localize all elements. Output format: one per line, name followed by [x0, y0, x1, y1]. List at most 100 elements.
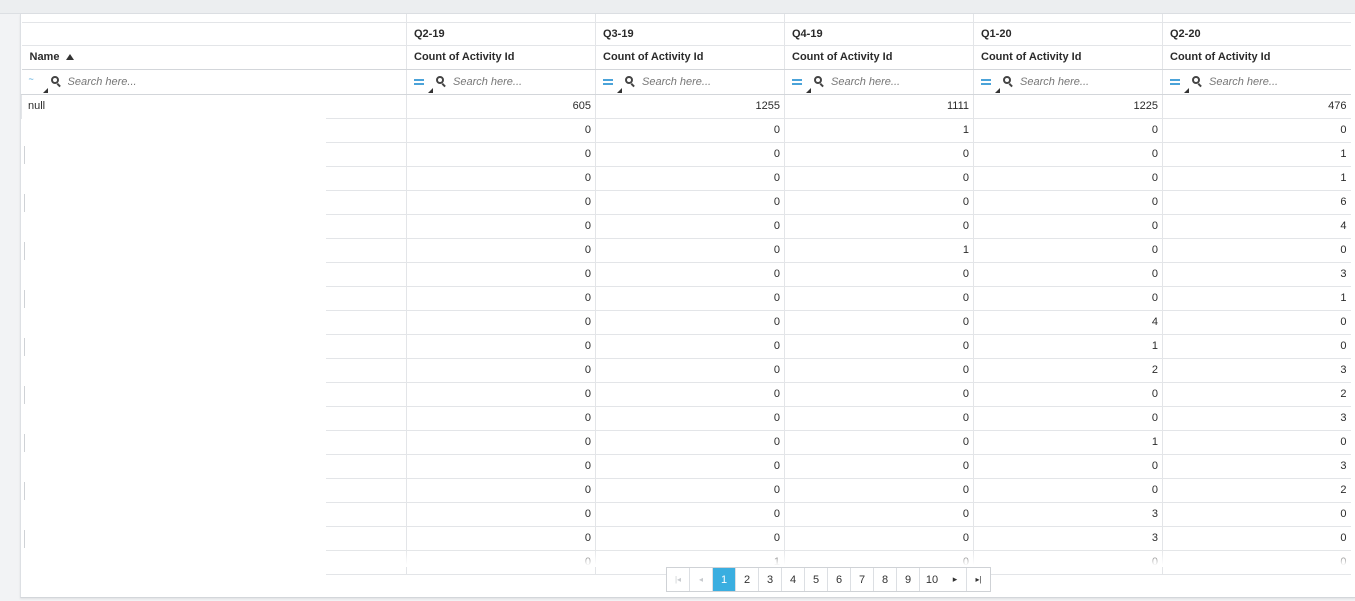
- filter-similar-icon[interactable]: ~: [29, 74, 48, 93]
- measure-header[interactable]: Count of Activity Id: [784, 45, 974, 70]
- value-cell: 0: [784, 382, 974, 407]
- value-cell: 0: [595, 502, 785, 527]
- value-cell: 0: [595, 358, 785, 383]
- value-cell: 0: [784, 334, 974, 359]
- value-cell: 0: [973, 550, 1163, 575]
- row-name-cell[interactable]: [21, 189, 407, 216]
- column-search-input[interactable]: [831, 75, 951, 88]
- row-name-cell[interactable]: [21, 525, 407, 552]
- value-cell: 0: [1162, 502, 1351, 527]
- value-cell: 0: [406, 142, 596, 167]
- last-page-button[interactable]: ▸|: [967, 568, 990, 591]
- row-name-cell[interactable]: [21, 213, 407, 240]
- prev-page-button[interactable]: ◂: [690, 568, 713, 591]
- sort-ascending-icon[interactable]: [66, 53, 75, 60]
- value-cell: 605: [406, 94, 596, 119]
- value-cell: 0: [595, 334, 785, 359]
- value-cell: 0: [973, 478, 1163, 503]
- table-row: 00100: [21, 117, 1351, 144]
- name-search-input[interactable]: [67, 75, 188, 88]
- page-button-8[interactable]: 8: [874, 568, 897, 591]
- column-header-quarter[interactable]: Q2-20: [1162, 22, 1351, 46]
- page-button-6[interactable]: 6: [828, 568, 851, 591]
- value-cell: 0: [1162, 430, 1351, 455]
- row-name-cell[interactable]: [21, 261, 407, 288]
- row-name-cell[interactable]: [21, 477, 407, 504]
- row-name-cell[interactable]: [21, 405, 407, 432]
- value-cell: 0: [595, 382, 785, 407]
- value-cell: 0: [784, 286, 974, 311]
- row-name-cell[interactable]: [21, 333, 407, 360]
- page-number-list: 1 2 3 4 5 6 7 8 9 10: [713, 568, 944, 591]
- first-page-icon: |◂: [674, 575, 682, 584]
- first-page-button[interactable]: |◂: [667, 568, 690, 591]
- filter-equals-icon[interactable]: [603, 75, 622, 93]
- row-name-cell[interactable]: [21, 453, 407, 480]
- column-header-quarter[interactable]: Q3-19: [595, 22, 785, 46]
- value-cell: 0: [973, 118, 1163, 143]
- column-search-input[interactable]: [1020, 75, 1140, 88]
- next-page-button[interactable]: ▸: [944, 568, 967, 591]
- value-cell: 0: [595, 238, 785, 263]
- filter-equals-icon[interactable]: [792, 75, 811, 93]
- page-button-4[interactable]: 4: [782, 568, 805, 591]
- value-cell: 1: [1162, 286, 1351, 311]
- page-button-7[interactable]: 7: [851, 568, 874, 591]
- value-cell: 0: [973, 262, 1163, 287]
- row-name-cell[interactable]: [21, 501, 407, 528]
- column-header-quarter[interactable]: Q2-19: [406, 22, 596, 46]
- value-cell: 0: [784, 406, 974, 431]
- filter-equals-icon[interactable]: [981, 75, 1000, 93]
- row-name-cell[interactable]: [21, 165, 407, 192]
- measure-header[interactable]: Count of Activity Id: [406, 45, 596, 70]
- row-name-cell[interactable]: null: [21, 94, 407, 119]
- value-cell: 0: [406, 190, 596, 215]
- page-button-3[interactable]: 3: [759, 568, 782, 591]
- row-name-cell[interactable]: [21, 309, 407, 336]
- table-row: 00003: [21, 405, 1351, 432]
- value-cell: 0: [406, 502, 596, 527]
- table-row: 00003: [21, 453, 1351, 480]
- value-cell: 0: [595, 166, 785, 191]
- column-header-quarter[interactable]: Q4-19: [784, 22, 974, 46]
- row-name-cell[interactable]: [21, 237, 407, 264]
- value-cell: 0: [406, 550, 596, 575]
- value-cell: 1: [784, 118, 974, 143]
- column-search-input[interactable]: [1209, 75, 1329, 88]
- row-name-cell[interactable]: [21, 117, 407, 144]
- filter-equals-icon[interactable]: [1170, 75, 1189, 93]
- table-row: 00023: [21, 357, 1351, 384]
- measure-header[interactable]: Count of Activity Id: [1162, 45, 1351, 70]
- search-icon: [50, 76, 62, 88]
- row-name-cell[interactable]: [21, 357, 407, 384]
- filter-equals-icon[interactable]: [414, 75, 433, 93]
- value-cell: 0: [595, 310, 785, 335]
- column-header-quarter[interactable]: Q1-20: [973, 22, 1163, 46]
- page-button-1[interactable]: 1: [713, 568, 736, 591]
- value-cell: 0: [784, 142, 974, 167]
- value-cell: 3: [973, 502, 1163, 527]
- value-cell: 1255: [595, 94, 785, 119]
- value-cell: 0: [595, 142, 785, 167]
- value-cell: 0: [595, 478, 785, 503]
- value-cell: 0: [406, 526, 596, 551]
- row-name-cell[interactable]: [21, 381, 407, 408]
- measure-header[interactable]: Count of Activity Id: [595, 45, 785, 70]
- measure-header[interactable]: Count of Activity Id: [973, 45, 1163, 70]
- page-button-2[interactable]: 2: [736, 568, 759, 591]
- page-button-10[interactable]: 10: [920, 568, 944, 591]
- page-button-5[interactable]: 5: [805, 568, 828, 591]
- value-cell: 0: [973, 166, 1163, 191]
- row-name-cell[interactable]: [21, 285, 407, 312]
- column-search-input[interactable]: [453, 75, 573, 88]
- column-search-input[interactable]: [642, 75, 762, 88]
- row-name-cell[interactable]: [21, 429, 407, 456]
- value-cell: 2: [1162, 478, 1351, 503]
- name-column-header[interactable]: Name: [21, 45, 407, 70]
- page-button-9[interactable]: 9: [897, 568, 920, 591]
- search-icon: [1192, 76, 1203, 88]
- search-icon: [1003, 76, 1014, 88]
- value-cell: 0: [595, 286, 785, 311]
- row-name-cell[interactable]: [21, 141, 407, 168]
- row-name-cell[interactable]: [21, 549, 407, 576]
